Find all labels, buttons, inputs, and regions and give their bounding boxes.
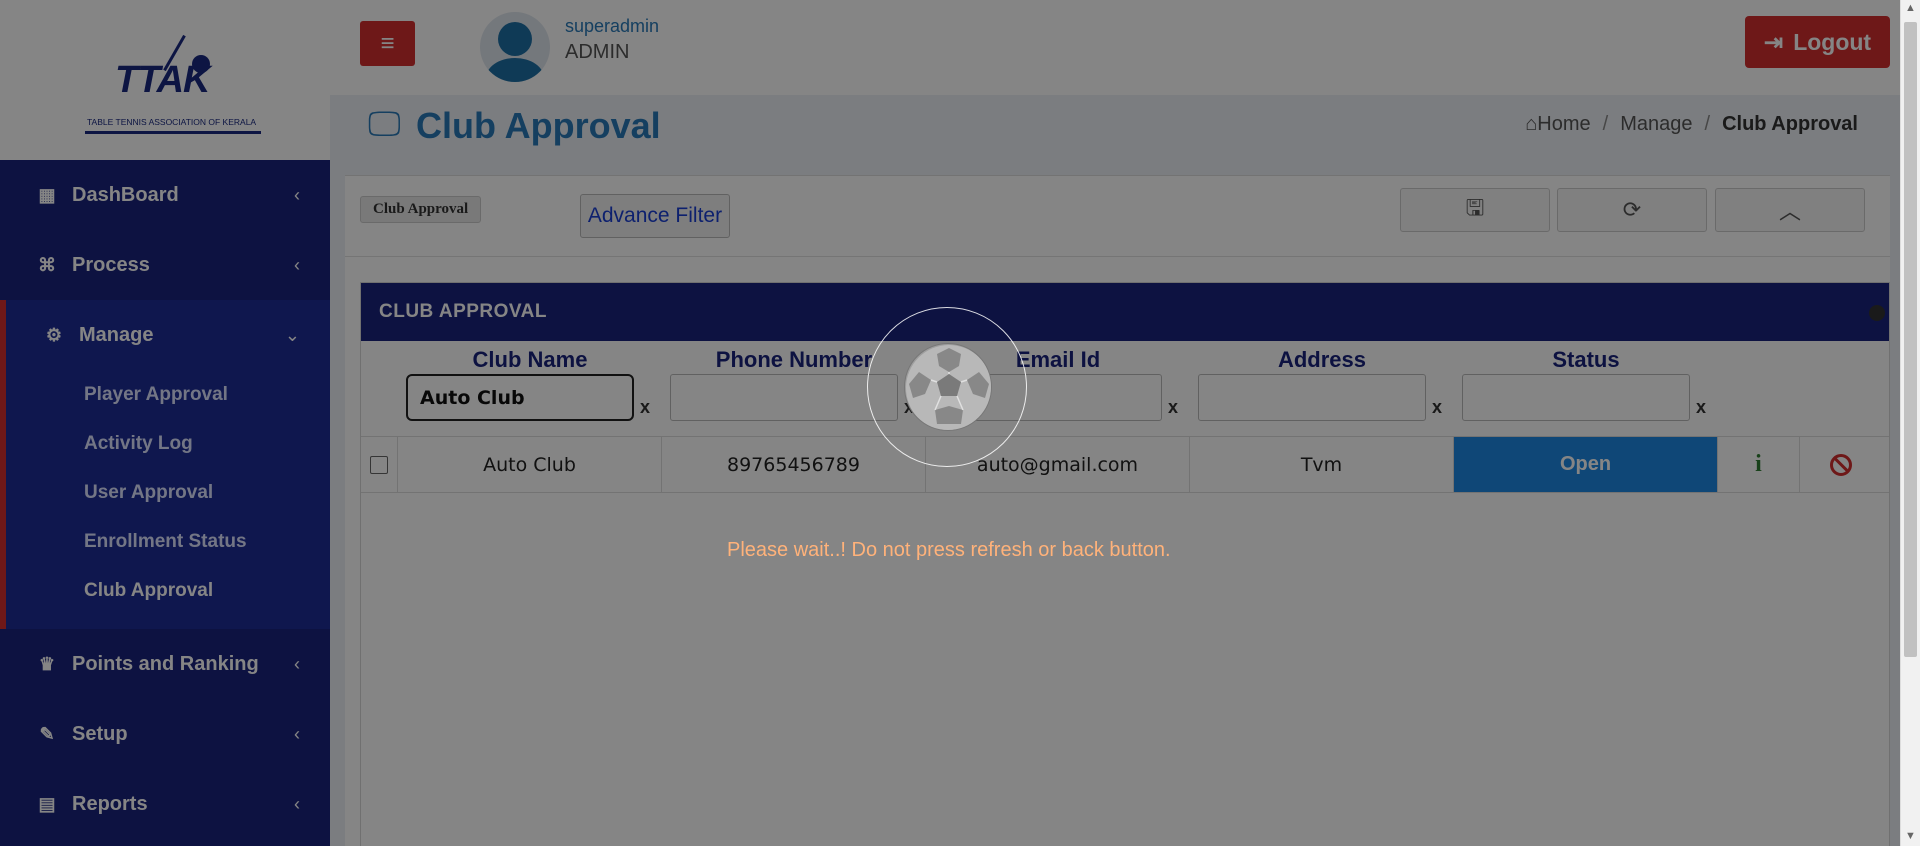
scrollbar-thumb[interactable] <box>1904 22 1917 657</box>
scroll-down-arrow-icon[interactable]: ▼ <box>1905 830 1916 842</box>
loading-message: Please wait..! Do not press refresh or b… <box>727 539 1171 561</box>
page-scrollbar[interactable]: ▲ ▼ <box>1900 0 1920 846</box>
loading-overlay: Please wait..! Do not press refresh or b… <box>0 0 1900 846</box>
scroll-up-arrow-icon[interactable]: ▲ <box>1905 2 1916 14</box>
football-icon <box>904 343 992 431</box>
